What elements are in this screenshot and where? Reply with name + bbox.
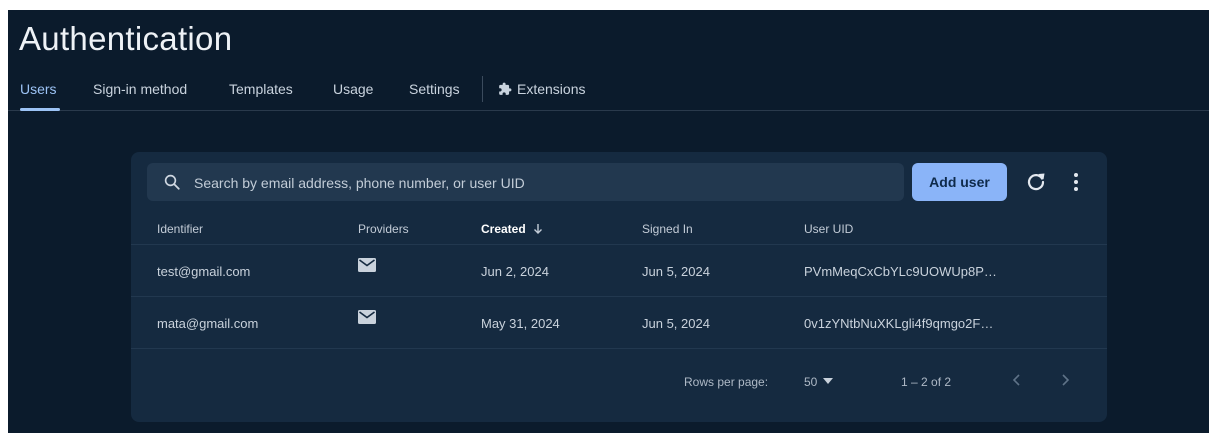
- column-header-identifier[interactable]: Identifier: [157, 222, 203, 236]
- column-header-user-uid: User UID: [804, 222, 854, 236]
- tab-extensions-label: Extensions: [517, 81, 586, 97]
- tab-templates[interactable]: Templates: [229, 81, 293, 97]
- user-uid-cell: PVmMeqCxCbYLc9UOWUp8P…: [804, 264, 997, 279]
- created-cell: Jun 2, 2024: [481, 264, 549, 279]
- identifier-cell: mata@gmail.com: [157, 316, 259, 331]
- column-header-created-label: Created: [481, 222, 526, 236]
- column-header-providers: Providers: [358, 222, 409, 236]
- more-vert-icon[interactable]: [1064, 170, 1088, 194]
- search-icon: [164, 174, 180, 190]
- rows-per-page-select[interactable]: 50: [804, 375, 817, 389]
- rows-per-page-label: Rows per page:: [684, 375, 769, 389]
- column-header-created[interactable]: Created: [481, 222, 544, 236]
- signed-in-cell: Jun 5, 2024: [642, 316, 710, 331]
- tab-extensions[interactable]: Extensions: [498, 81, 585, 97]
- tab-users[interactable]: Users: [20, 81, 57, 97]
- active-tab-indicator: [20, 108, 60, 111]
- arrow-down-icon: [533, 224, 542, 234]
- tab-bar: Users Sign-in method Templates Usage Set…: [8, 76, 1209, 111]
- page-title: Authentication: [19, 20, 233, 57]
- column-header-signed-in[interactable]: Signed In: [642, 222, 693, 236]
- tab-settings[interactable]: Settings: [409, 81, 460, 97]
- add-user-button[interactable]: Add user: [912, 163, 1007, 201]
- chevron-right-icon[interactable]: [1057, 372, 1073, 388]
- mail-icon: [358, 258, 376, 272]
- table-header: Identifier Providers Created Signed In U…: [131, 212, 1107, 245]
- table-row[interactable]: mata@gmail.com May 31, 2024 Jun 5, 2024 …: [131, 297, 1107, 349]
- chevron-left-icon[interactable]: [1009, 372, 1025, 388]
- users-card: Add user Identifier Providers Created Si…: [131, 152, 1107, 422]
- signed-in-cell: Jun 5, 2024: [642, 264, 710, 279]
- created-cell: May 31, 2024: [481, 316, 560, 331]
- chevron-down-icon[interactable]: [823, 377, 833, 385]
- search-bar: [147, 163, 904, 203]
- user-uid-cell: 0v1zYNtbNuXKLgli4f9qmgo2F…: [804, 316, 994, 331]
- tab-divider: [482, 76, 483, 102]
- tab-usage[interactable]: Usage: [333, 81, 373, 97]
- pagination-bar: Rows per page: 50 1 – 2 of 2: [131, 357, 1107, 397]
- extensions-icon: [499, 82, 512, 95]
- mail-icon: [358, 310, 376, 324]
- authentication-page: Authentication Users Sign-in method Temp…: [8, 10, 1209, 433]
- pagination-range: 1 – 2 of 2: [901, 375, 952, 389]
- table-row[interactable]: test@gmail.com Jun 2, 2024 Jun 5, 2024 P…: [131, 245, 1107, 297]
- identifier-cell: test@gmail.com: [157, 264, 251, 279]
- tab-sign-in-method[interactable]: Sign-in method: [93, 81, 187, 97]
- search-input[interactable]: [192, 163, 896, 203]
- refresh-icon[interactable]: [1024, 170, 1048, 194]
